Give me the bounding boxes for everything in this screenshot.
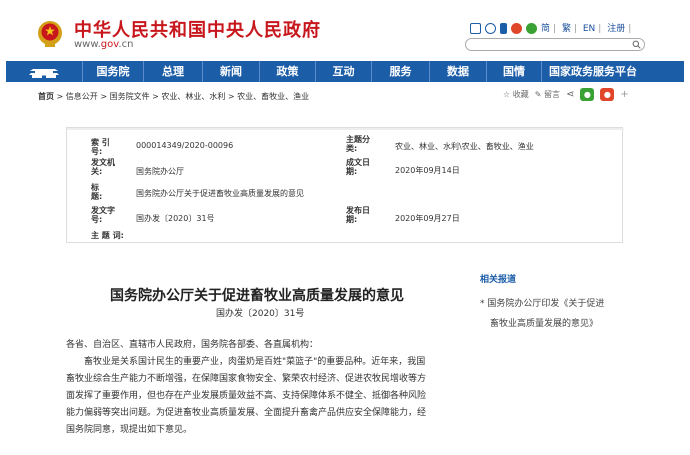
date-label: 成文日期: — [346, 158, 370, 176]
issuer-label: 发文机关: — [91, 158, 115, 176]
title-label: 标 题: — [91, 183, 115, 201]
document-body: 各省、自治区、直辖市人民政府，国务院各部委、各直属机构： 畜牧业是关系国计民生的… — [66, 337, 464, 439]
document-info-table: 索 引 号: 000014349/2020-00096 主题分类: 农业、林业、… — [66, 127, 624, 243]
nav-national-conditions[interactable]: 国情 — [487, 61, 542, 82]
body-line: 畜牧业是关系国计民生的重要产业，肉蛋奶是百姓"菜篮子"的重要品种。近年来，我国 — [84, 357, 426, 367]
date-value: 2020年09月14日 — [395, 166, 460, 175]
keywords-label: 主 题 词: — [91, 231, 124, 240]
nav-premier[interactable]: 总理 — [144, 61, 203, 82]
pencil-icon: ✎ — [534, 90, 542, 99]
body-line: 国务院同意，现提出如下意见。 — [66, 425, 193, 435]
category-value: 农业、林业、水利\农业、畜牧业、渔业 — [395, 142, 534, 151]
title-value: 国务院办公厅关于促进畜牧业高质量发展的意见 — [136, 189, 304, 198]
related-reports: 相关报道 * 国务院办公厅印发《关于促进 畜牧业高质量发展的意见》 — [480, 272, 640, 334]
nav-home[interactable] — [6, 61, 83, 82]
lang-simplified[interactable]: 简 — [541, 24, 550, 34]
body-line: 能力偏弱等突出问题。为促进畜牧业高质量发展、全面提升畜禽产品供应安全保障能力，经 — [66, 408, 427, 418]
nav-policies[interactable]: 政策 — [260, 61, 316, 82]
docno-label: 发文字号: — [91, 206, 115, 224]
lang-english[interactable]: EN — [583, 24, 595, 34]
mobile-icon[interactable] — [500, 22, 507, 34]
breadcrumb-home[interactable]: 首页 — [38, 92, 54, 101]
breadcrumb-path[interactable]: > 信息公开 > 国务院文件 > 农业、林业、水利 > 农业、畜牧业、渔业 — [54, 92, 310, 101]
article-tools: ☆ 收藏 ✎ 留言 ⋖ ● ● + — [503, 88, 629, 101]
search-input[interactable] — [465, 38, 645, 51]
wechat-icon[interactable] — [526, 22, 537, 34]
more-share-icon[interactable]: + — [620, 89, 628, 100]
pubdate-label: 发布日期: — [346, 206, 370, 224]
salutation: 各省、自治区、直辖市人民政府，国务院各部委、各直属机构： — [66, 340, 319, 350]
document-number: 国办发〔2020〕31号 — [216, 309, 305, 319]
top-icon-bar — [470, 21, 537, 35]
language-links: 简 | 繁 | EN | 注册 | — [541, 24, 632, 34]
favorite-button[interactable]: ☆ 收藏 — [503, 89, 529, 100]
site-url: www.gov.cn — [74, 39, 134, 50]
tiananmen-icon — [29, 69, 59, 78]
nav-gov-service-platform[interactable]: 国家政务服务平台 — [542, 61, 644, 82]
index-label: 索 引 号: — [91, 138, 110, 156]
pubdate-value: 2020年09月27日 — [395, 214, 460, 223]
nav-data[interactable]: 数据 — [430, 61, 487, 82]
issuer-value: 国务院办公厅 — [136, 167, 184, 176]
weibo-icon[interactable] — [511, 22, 522, 34]
main-nav: 国务院 总理 新闻 政策 互动 服务 数据 国情 国家政务服务平台 — [6, 61, 684, 82]
wechat-share-icon[interactable]: ● — [580, 88, 595, 101]
breadcrumb: 首页 > 信息公开 > 国务院文件 > 农业、林业、水利 > 农业、畜牧业、渔业 — [38, 91, 309, 102]
body-line: 畜牧业综合生产能力不断增强，在保障国家食物安全、繁荣农村经济、促进农牧民增收等方 — [66, 374, 427, 384]
nav-state-council[interactable]: 国务院 — [83, 61, 144, 82]
national-emblem-icon[interactable] — [37, 20, 63, 48]
index-value: 000014349/2020-00096 — [136, 141, 234, 150]
related-report-link[interactable]: * 国务院办公厅印发《关于促进 畜牧业高质量发展的意见》 — [480, 294, 640, 334]
comment-button[interactable]: ✎ 留言 — [535, 89, 560, 100]
search-icon[interactable] — [632, 40, 641, 49]
register-link[interactable]: 注册 — [607, 24, 625, 34]
weibo-circle-icon[interactable] — [485, 22, 496, 34]
category-label: 主题分类: — [346, 135, 370, 153]
weibo-share-icon[interactable]: ● — [600, 88, 615, 101]
docno-value: 国办发〔2020〕31号 — [136, 214, 215, 223]
lang-traditional[interactable]: 繁 — [562, 24, 571, 34]
related-reports-title: 相关报道 — [480, 275, 517, 285]
site-header: 中华人民共和国中央人民政府 www.gov.cn 简 | 繁 | EN | 注册 | — [0, 0, 690, 60]
nav-news[interactable]: 新闻 — [203, 61, 260, 82]
body-line: 面发挥了重要作用，但也存在产业发展质量效益不高、支持保障体系不健全、抵御各种风险 — [66, 391, 427, 401]
document-title: 国务院办公厅关于促进畜牧业高质量发展的意见 — [110, 288, 404, 304]
nav-interaction[interactable]: 互动 — [316, 61, 372, 82]
mail-icon[interactable] — [470, 22, 481, 34]
nav-services[interactable]: 服务 — [372, 61, 430, 82]
share-icon[interactable]: ⋖ — [566, 89, 574, 100]
